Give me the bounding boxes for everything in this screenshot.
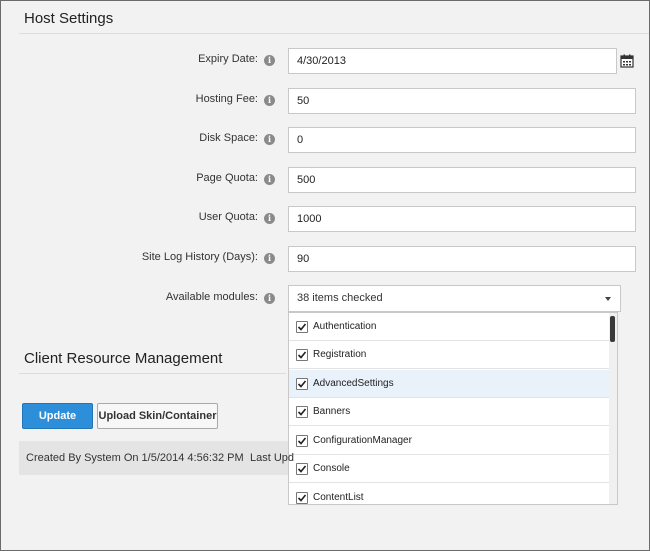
list-item[interactable]: ContentList [289,484,611,504]
list-item-label: Registration [313,349,367,360]
settings-panel: Host Settings Expiry Date: i 4/30/2013 H… [0,0,650,551]
list-item[interactable]: ConfigurationManager [289,427,611,455]
checkbox[interactable] [296,406,308,418]
checkmark-icon [297,323,307,331]
checkmark-icon [297,437,307,445]
user-quota-input[interactable]: 1000 [288,206,636,232]
list-item[interactable]: Console [289,455,611,483]
info-icon[interactable]: i [264,213,275,224]
info-icon[interactable]: i [264,174,275,185]
list-item[interactable]: Registration [289,341,611,369]
disk-space-label: Disk Space: [199,132,258,144]
list-item-label: Console [313,463,350,474]
client-resource-management-title: Client Resource Management [24,350,223,367]
list-item-label: ConfigurationManager [313,435,412,446]
page-quota-input[interactable]: 500 [288,167,636,193]
checkbox[interactable] [296,378,308,390]
list-item-label: Authentication [313,321,377,332]
info-icon[interactable]: i [264,293,275,304]
info-icon[interactable]: i [264,95,275,106]
list-item[interactable]: AdvancedSettings [289,370,611,398]
checkbox[interactable] [296,492,308,504]
list-item-label: Banners [313,406,351,417]
checkbox[interactable] [296,349,308,361]
last-updated-text: Last Upd [250,452,295,464]
hosting-fee-label: Hosting Fee: [195,93,258,105]
dropdown-selected-text: 38 items checked [297,292,383,304]
created-by-text: Created By System On 1/5/2014 4:56:32 PM [26,452,244,464]
checkbox[interactable] [296,463,308,475]
list-item[interactable]: Banners [289,398,611,426]
chevron-down-icon[interactable] [605,297,611,301]
upload-skin-container-button[interactable]: Upload Skin/Container [97,403,218,429]
info-icon[interactable]: i [264,134,275,145]
update-button[interactable]: Update [22,403,93,429]
expiry-date-input[interactable]: 4/30/2013 [288,48,617,74]
section-divider [19,373,286,374]
available-modules-dropdown[interactable]: 38 items checked [288,285,621,312]
section-divider [19,33,649,34]
site-log-history-input[interactable]: 90 [288,246,636,272]
available-modules-label: Available modules: [165,291,258,303]
list-item[interactable]: Authentication [289,313,611,341]
disk-space-input[interactable]: 0 [288,127,636,153]
checkbox[interactable] [296,435,308,447]
expiry-date-label: Expiry Date: [198,53,258,65]
checkmark-icon [297,351,307,359]
info-icon[interactable]: i [264,55,275,66]
modules-list: Authentication Registration AdvancedSett… [288,312,618,505]
checkmark-icon [297,465,307,473]
host-settings-title: Host Settings [24,10,114,27]
checkmark-icon [297,408,307,416]
checkmark-icon [297,380,307,388]
list-item-label: AdvancedSettings [313,378,394,389]
hosting-fee-input[interactable]: 50 [288,88,636,114]
calendar-icon[interactable] [620,54,634,68]
scrollbar[interactable] [609,313,617,504]
checkbox[interactable] [296,321,308,333]
user-quota-label: User Quota: [198,211,258,223]
list-item-label: ContentList [313,492,364,503]
site-log-history-label: Site Log History (Days): [141,251,258,263]
checkmark-icon [297,494,307,502]
info-icon[interactable]: i [264,253,275,264]
page-quota-label: Page Quota: [196,172,258,184]
scroll-thumb[interactable] [610,316,615,342]
